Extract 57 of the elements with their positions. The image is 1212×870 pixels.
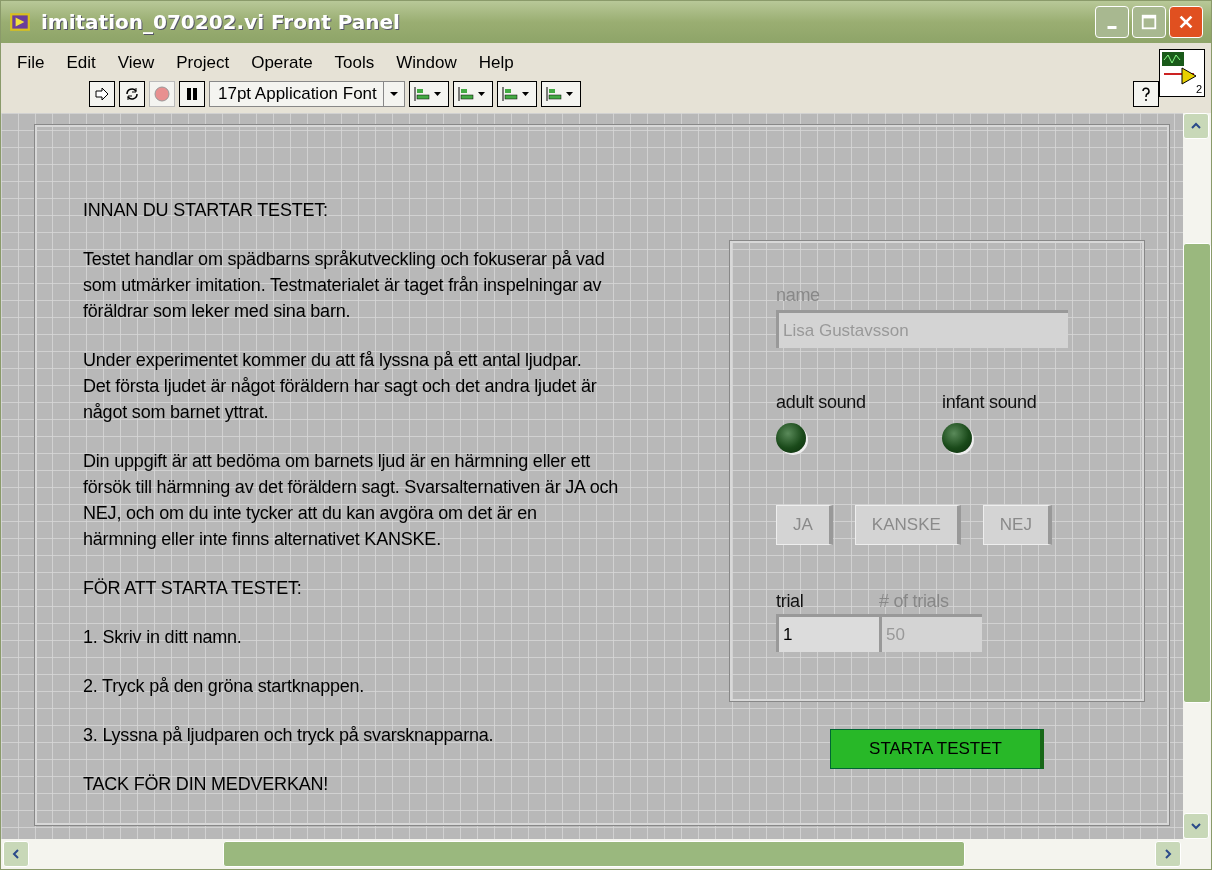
- menu-item[interactable]: Window: [396, 53, 457, 73]
- instruction-text: 1. Skriv in ditt namn.: [83, 626, 242, 649]
- pause-button[interactable]: [179, 81, 205, 107]
- menu-item[interactable]: File: [17, 53, 45, 73]
- scroll-up-button[interactable]: [1183, 113, 1209, 139]
- maximize-icon: [1140, 13, 1158, 31]
- scroll-right-button[interactable]: [1155, 841, 1181, 867]
- led-label: adult sound: [776, 392, 867, 413]
- instruction-text: 2. Tryck på den gröna startknappen.: [83, 675, 365, 698]
- align-objects-button[interactable]: [408, 81, 449, 107]
- instruction-text: 3. Lyssna på ljudparen och tryck på svarsknapparna.: [83, 724, 494, 747]
- help-button[interactable]: [1133, 81, 1159, 107]
- instruction-text: Under experimentet kommer du att få lyssna på ett antal ljudpar. Det första ljudet är något föräldern har sagt och det andra ljudet är något som barnet yttrat.: [83, 349, 597, 424]
- field-label: name: [776, 285, 820, 306]
- menu-item[interactable]: Help: [478, 53, 514, 73]
- objects-caret-icon: [545, 86, 576, 102]
- instruction-text: INNAN DU STARTAR TESTET:: [83, 199, 328, 222]
- app-icon: [9, 11, 31, 33]
- terminal-count: 2: [1195, 83, 1202, 95]
- menu-item[interactable]: Edit: [66, 53, 96, 73]
- scrollbar-thumb[interactable]: [223, 841, 965, 867]
- scrollbar-thumb[interactable]: [1183, 243, 1211, 703]
- scroll-left-button[interactable]: [3, 841, 29, 867]
- arrow-icon: [94, 86, 110, 102]
- field-label: # of trials: [879, 591, 950, 612]
- objects-caret-icon: [457, 86, 488, 102]
- font-dropdown[interactable]: 17pt Application Font: [209, 81, 405, 107]
- close-icon: [1177, 13, 1195, 31]
- scroll-down-button[interactable]: [1183, 813, 1209, 839]
- led-label: infant sound: [942, 392, 1038, 413]
- pause-icon: [184, 86, 200, 102]
- circular-arrows-icon: [124, 86, 140, 102]
- caret-icon: [389, 90, 398, 98]
- instruction-text: FÖR ATT STARTA TESTET:: [83, 577, 302, 600]
- vertical-scrollbar[interactable]: [1183, 113, 1211, 839]
- run-continuously-button[interactable]: [119, 81, 145, 107]
- instruction-text: Din uppgift är att bedöma om barnets ljud är en härmning eller ett försök till härmning av det föräldern sagt. Svarsalternativen är JA och NEJ, och om du inte tycker att du kan avgöra om det är en härmning eller inte finns alternativet KANSKE.: [83, 450, 619, 551]
- field-label: trial: [776, 591, 805, 612]
- distribute-objects-button[interactable]: [452, 81, 493, 107]
- menu-item[interactable]: View: [117, 53, 155, 73]
- reorder-button[interactable]: [540, 81, 581, 107]
- objects-caret-icon: [413, 86, 444, 102]
- close-button[interactable]: [1169, 6, 1203, 38]
- minimize-icon: [1107, 25, 1117, 29]
- menu-item[interactable]: Project: [176, 53, 230, 73]
- menu-item[interactable]: Tools: [334, 53, 375, 73]
- connector-pane[interactable]: 2: [1159, 49, 1205, 97]
- window-title: imitation_070202.vi Front Panel: [41, 10, 400, 34]
- instruction-text: TACK FÖR DIN MEDVERKAN!: [83, 773, 329, 796]
- run-button[interactable]: [89, 81, 115, 107]
- instruction-text: Testet handlar om spädbarns språkutveckling och fokuserar på vad som utmärker imitation. Testmaterialet är taget från inspelningar av föräldrar som leker med sina barn.: [83, 248, 605, 323]
- trial-field[interactable]: 1: [776, 614, 879, 652]
- objects-caret-icon: [501, 86, 532, 102]
- resize-objects-button[interactable]: [496, 81, 537, 107]
- menu-item[interactable]: Operate: [251, 53, 313, 73]
- horizontal-scrollbar[interactable]: [1, 839, 1211, 869]
- start-button[interactable]: STARTA TESTET: [830, 729, 1044, 769]
